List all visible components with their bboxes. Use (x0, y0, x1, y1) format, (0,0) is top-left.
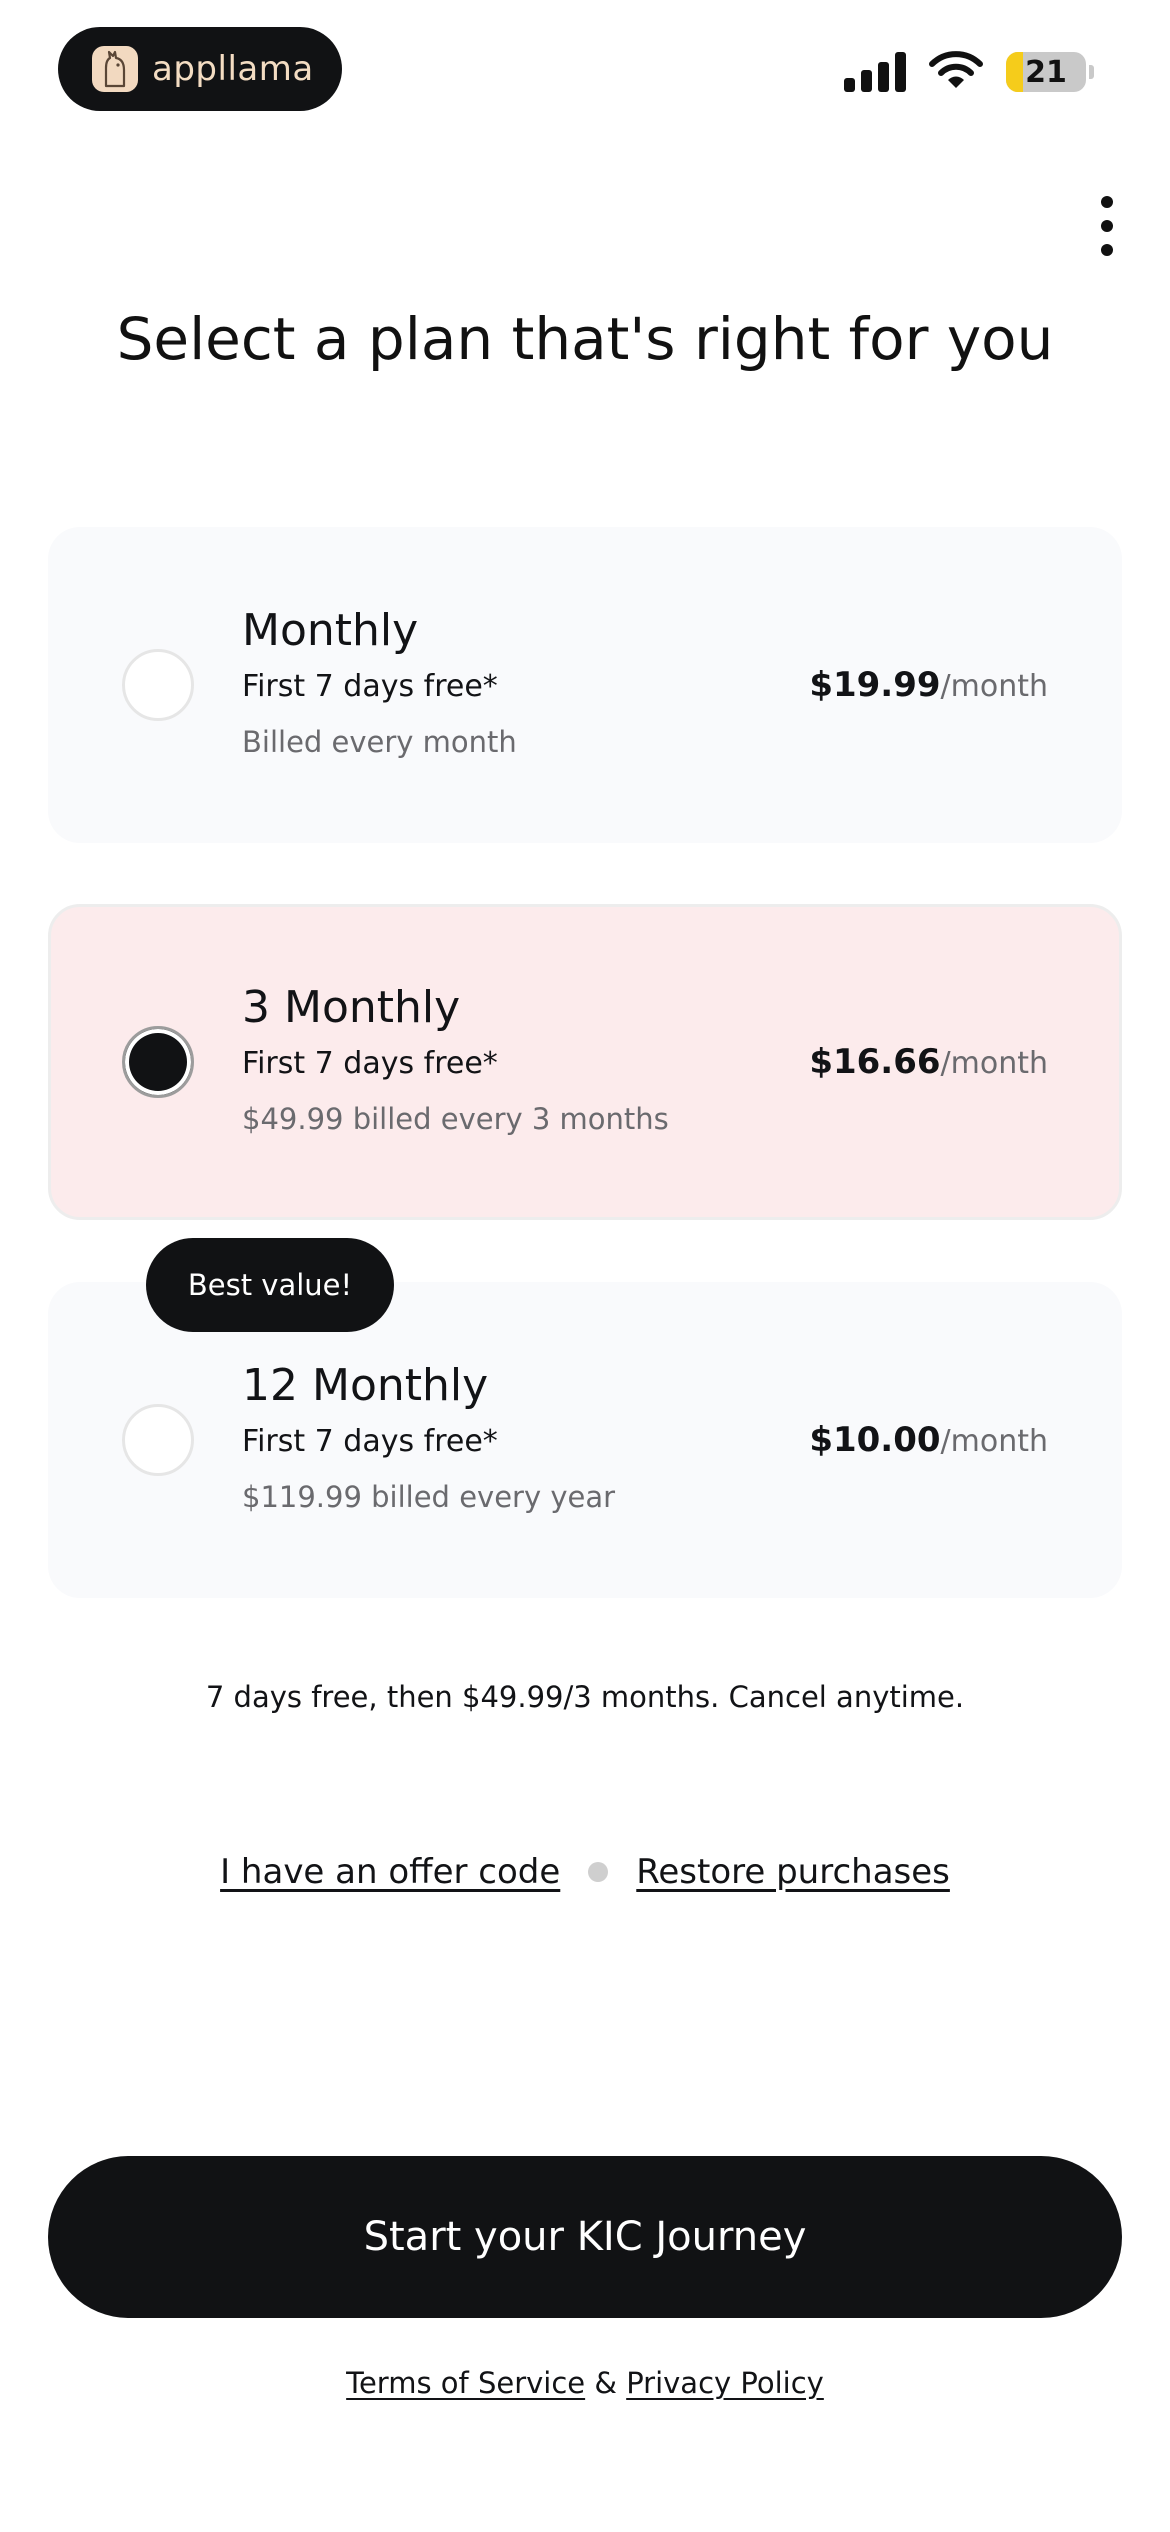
page-title: Select a plan that's right for you (116, 305, 1054, 373)
plan-price-amount: $10.00 (809, 1420, 941, 1460)
best-value-badge: Best value! (146, 1238, 394, 1332)
legal-separator: & (594, 2366, 617, 2400)
trial-disclaimer: 7 days free, then $49.99/3 months. Cance… (205, 1680, 965, 1714)
plan-price-period: /month (940, 1424, 1048, 1459)
plan-price-period: /month (940, 669, 1048, 704)
plan-trial: First 7 days free* (242, 669, 498, 704)
plan-name: 12 Monthly (242, 1360, 489, 1411)
plan-name: Monthly (242, 605, 419, 656)
cellular-signal-icon (844, 52, 906, 92)
start-journey-button[interactable]: Start your KIC Journey (48, 2156, 1122, 2318)
plan-price: $19.99/month (809, 665, 1048, 705)
plan-billing: $119.99 billed every year (242, 1480, 616, 1514)
privacy-policy-link[interactable]: Privacy Policy (626, 2366, 824, 2400)
restore-purchases-link[interactable]: Restore purchases (636, 1852, 950, 1892)
separator-dot (588, 1862, 609, 1882)
battery-cap (1089, 65, 1094, 79)
app-badge: appllama (58, 27, 342, 111)
plan-card-3-monthly[interactable]: 3 Monthly First 7 days free* $49.99 bill… (48, 904, 1122, 1220)
plan-radio-monthly[interactable] (122, 649, 194, 721)
plan-billing: Billed every month (242, 725, 517, 759)
plan-radio-3-monthly[interactable] (122, 1026, 194, 1098)
plan-price: $16.66/month (809, 1042, 1048, 1082)
llama-logo-icon (92, 46, 138, 92)
plan-card-monthly[interactable]: Monthly First 7 days free* Billed every … (48, 527, 1122, 843)
plan-price-amount: $16.66 (809, 1042, 941, 1082)
battery-level: 21 (1025, 54, 1067, 90)
plan-price-amount: $19.99 (809, 665, 941, 705)
wifi-icon (928, 50, 984, 94)
plan-name: 3 Monthly (242, 982, 461, 1033)
plan-trial: First 7 days free* (242, 1424, 498, 1459)
paywall-screen: appllama 21 Select a plan that's right f… (0, 0, 1170, 2532)
battery-icon: 21 (1006, 52, 1086, 92)
legal-links: Terms of Service & Privacy Policy (0, 2366, 1170, 2400)
offer-code-link[interactable]: I have an offer code (220, 1852, 560, 1892)
battery-fill (1006, 52, 1023, 92)
terms-of-service-link[interactable]: Terms of Service (346, 2366, 585, 2400)
plan-billing: $49.99 billed every 3 months (242, 1102, 669, 1136)
plan-trial: First 7 days free* (242, 1046, 498, 1081)
status-icons: 21 (844, 50, 1094, 94)
secondary-links: I have an offer code Restore purchases (0, 1852, 1170, 1892)
plan-price: $10.00/month (809, 1420, 1048, 1460)
plan-radio-12-monthly[interactable] (122, 1404, 194, 1476)
plan-price-period: /month (940, 1046, 1048, 1081)
more-options-icon[interactable] (1092, 196, 1122, 256)
app-brand-name: appllama (152, 49, 314, 89)
